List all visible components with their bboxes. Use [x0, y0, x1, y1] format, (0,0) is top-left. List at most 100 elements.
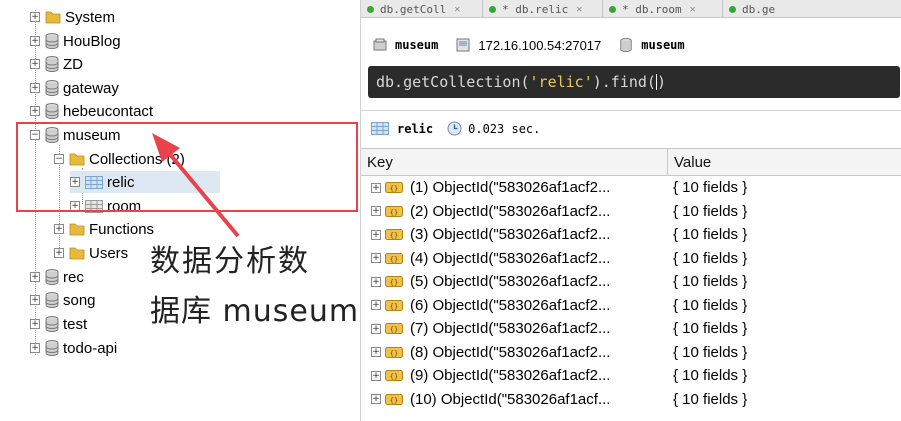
- query-suffix: ).find(: [592, 73, 656, 91]
- tab-strip: db.getColl ✕ * db.relic ✕ * db.room ✕ db…: [361, 0, 901, 18]
- close-icon[interactable]: ✕: [576, 4, 582, 15]
- value-cell: { 10 fields }: [673, 226, 748, 244]
- table-row[interactable]: + {} (4) ObjectId("583026af1acf2... { 10 fi…: [361, 247, 901, 271]
- object-icon: {}: [385, 229, 403, 241]
- tree-node-system[interactable]: + System: [30, 6, 115, 28]
- tree-node-hebeucontact[interactable]: + hebeucontact: [30, 100, 153, 122]
- connection-host: 172.16.100.54:27017: [478, 37, 602, 53]
- tree-node-label: hebeucontact: [63, 102, 154, 120]
- expand-icon[interactable]: +: [30, 319, 40, 329]
- expand-icon[interactable]: +: [371, 323, 381, 334]
- expand-icon[interactable]: +: [54, 248, 64, 258]
- svg-text:{}: {}: [390, 208, 398, 216]
- table-row[interactable]: + {} (10) ObjectId("583026af1acf... { 10 fi…: [361, 388, 901, 412]
- key-cell: + {} (8) ObjectId("583026af1acf2...: [361, 344, 668, 361]
- column-header-key[interactable]: Key: [361, 149, 668, 175]
- expand-icon[interactable]: +: [371, 300, 381, 311]
- object-icon: {}: [385, 252, 403, 264]
- key-text: (7) ObjectId("583026af1acf2...: [410, 320, 611, 338]
- value-cell: { 10 fields }: [673, 202, 748, 220]
- key-cell: + {} (2) ObjectId("583026af1acf2...: [361, 203, 668, 220]
- table-row[interactable]: + {} (6) ObjectId("583026af1acf2... { 10 fi…: [361, 294, 901, 318]
- database-icon: [45, 292, 59, 308]
- expand-icon[interactable]: +: [30, 343, 40, 353]
- tree-node-label: rec: [63, 268, 84, 286]
- table-row[interactable]: + {} (1) ObjectId("583026af1acf2... { 10 fi…: [361, 176, 901, 200]
- key-cell: + {} (10) ObjectId("583026af1acf...: [361, 391, 668, 408]
- table-row[interactable]: + {} (3) ObjectId("583026af1acf2... { 10 fi…: [361, 223, 901, 247]
- tree-node-gateway[interactable]: + gateway: [30, 77, 119, 99]
- table-row[interactable]: + {} (8) ObjectId("583026af1acf2... { 10 fi…: [361, 341, 901, 365]
- tree-node-label: song: [63, 291, 96, 309]
- key-cell: + {} (9) ObjectId("583026af1acf2...: [361, 367, 668, 384]
- expand-icon[interactable]: +: [371, 276, 381, 287]
- tree-node-functions[interactable]: + Functions: [54, 218, 154, 240]
- tab-label: db.getColl: [380, 2, 447, 16]
- expand-icon[interactable]: +: [371, 370, 381, 381]
- tree-node-houblog[interactable]: + HouBlog: [30, 30, 121, 52]
- database-icon: [45, 56, 59, 72]
- tree-node-song[interactable]: + song: [30, 289, 96, 311]
- key-cell: + {} (1) ObjectId("583026af1acf2...: [361, 179, 668, 196]
- table-row[interactable]: + {} (5) ObjectId("583026af1acf2... { 10 fi…: [361, 270, 901, 294]
- connection-db-label: museum: [395, 38, 439, 52]
- result-collection-name: relic: [397, 121, 434, 136]
- key-text: (5) ObjectId("583026af1acf2...: [410, 273, 611, 291]
- expand-icon[interactable]: +: [30, 59, 40, 69]
- key-text: (8) ObjectId("583026af1acf2...: [410, 343, 611, 361]
- value-cell: { 10 fields }: [673, 367, 748, 385]
- close-icon[interactable]: ✕: [454, 4, 460, 15]
- table-row[interactable]: + {} (2) ObjectId("583026af1acf2... { 10 fi…: [361, 200, 901, 224]
- annotation-highlight-box: [16, 122, 358, 212]
- folder-icon: [69, 247, 85, 260]
- tree-node-zd[interactable]: + ZD: [30, 53, 83, 75]
- key-text: (1) ObjectId("583026af1acf2...: [410, 179, 611, 197]
- tab-label: * db.room: [622, 2, 682, 16]
- tree-node-rec[interactable]: + rec: [30, 266, 84, 288]
- tab-query-1[interactable]: db.getColl ✕: [361, 0, 483, 17]
- table-row[interactable]: + {} (7) ObjectId("583026af1acf2... { 10 fi…: [361, 317, 901, 341]
- database-icon: [45, 103, 59, 119]
- expand-icon[interactable]: +: [371, 347, 381, 358]
- value-cell: { 10 fields }: [673, 343, 748, 361]
- host-icon: [456, 38, 470, 52]
- key-text: (9) ObjectId("583026af1acf2...: [410, 367, 611, 385]
- close-icon[interactable]: ✕: [690, 4, 696, 15]
- result-bar: relic 0.023 sec.: [361, 110, 901, 146]
- tree-node-users[interactable]: + Users: [54, 242, 128, 264]
- expand-icon[interactable]: +: [371, 206, 381, 217]
- expand-icon[interactable]: +: [54, 224, 64, 234]
- tree-node-todo-api[interactable]: + todo-api: [30, 337, 117, 359]
- value-cell: { 10 fields }: [673, 179, 748, 197]
- column-header-value[interactable]: Value: [668, 149, 901, 175]
- database-icon: [45, 33, 59, 49]
- expand-icon[interactable]: +: [30, 83, 40, 93]
- query-editor[interactable]: db.getCollection('relic').find(): [368, 66, 900, 98]
- expand-icon[interactable]: +: [30, 272, 40, 282]
- expand-icon[interactable]: +: [371, 229, 381, 240]
- object-icon: {}: [385, 370, 403, 382]
- tree-node-label: Users: [89, 244, 129, 262]
- database-icon: [45, 80, 59, 96]
- result-time: 0.023 sec.: [468, 121, 541, 136]
- tab-query-3[interactable]: * db.room ✕: [603, 0, 723, 17]
- expand-icon[interactable]: +: [30, 295, 40, 305]
- expand-icon[interactable]: +: [30, 106, 40, 116]
- tab-query-4[interactable]: db.ge: [723, 0, 901, 17]
- table-row[interactable]: + {} (9) ObjectId("583026af1acf2... { 10 fi…: [361, 364, 901, 388]
- tree-node-test[interactable]: + test: [30, 313, 87, 335]
- clock-icon: [447, 121, 462, 136]
- expand-icon[interactable]: +: [371, 394, 381, 405]
- value-cell: { 10 fields }: [673, 249, 748, 267]
- tab-label: db.ge: [742, 2, 776, 16]
- svg-text:{}: {}: [390, 373, 398, 381]
- connection-db-label-2: museum: [641, 38, 685, 52]
- expand-icon[interactable]: +: [30, 36, 40, 46]
- expand-icon[interactable]: +: [371, 182, 381, 193]
- expand-icon[interactable]: +: [371, 253, 381, 264]
- tab-query-2[interactable]: * db.relic ✕: [483, 0, 603, 17]
- expand-icon[interactable]: +: [30, 12, 40, 22]
- object-icon: {}: [385, 323, 403, 335]
- database-icon: [45, 316, 59, 332]
- key-text: (3) ObjectId("583026af1acf2...: [410, 226, 611, 244]
